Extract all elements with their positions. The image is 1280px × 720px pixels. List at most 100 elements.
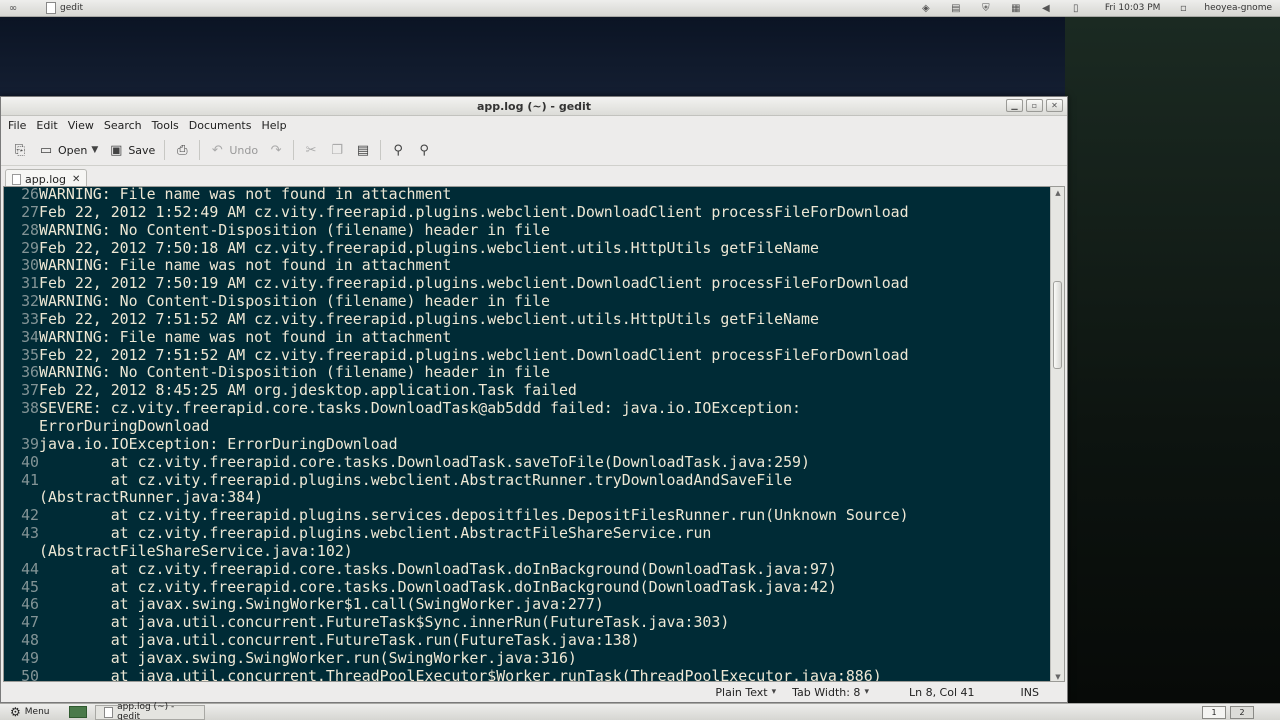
copy-button[interactable]: ❐ (324, 138, 350, 162)
save-button[interactable]: ▣ Save (103, 138, 160, 162)
volume-icon[interactable]: ◀ (1039, 3, 1053, 14)
menu-documents[interactable]: Documents (184, 119, 257, 132)
tab-width-selector[interactable]: Tab Width: 8 ▾ (784, 686, 877, 699)
editor-line[interactable]: 48 at java.util.concurrent.FutureTask.ru… (4, 631, 1050, 650)
menu-edit[interactable]: Edit (31, 119, 62, 132)
editor-line[interactable]: 33 Feb 22, 2012 7:51:52 AM cz.vity.freera… (4, 310, 1050, 329)
line-text[interactable]: at cz.vity.freerapid.plugins.webclient.A… (39, 471, 792, 490)
editor-line[interactable]: 43 at cz.vity.freerapid.plugins.webclien… (4, 524, 1050, 543)
line-text[interactable]: at javax.swing.SwingWorker$1.call(SwingW… (39, 596, 604, 614)
line-text[interactable]: Feb 22, 2012 7:51:52 AM cz.vity.freerapi… (39, 346, 909, 365)
line-text[interactable]: at cz.vity.freerapid.core.tasks.Download… (39, 578, 837, 597)
line-text[interactable]: SEVERE: cz.vity.freerapid.core.tasks.Dow… (39, 399, 801, 418)
editor-line[interactable]: 46 at javax.swing.SwingWorker$1.call(Swi… (4, 596, 1050, 614)
vertical-scrollbar[interactable]: ▲ ▼ (1050, 187, 1064, 681)
menu-file[interactable]: File (3, 119, 31, 132)
line-text[interactable]: Feb 22, 2012 7:50:18 AM cz.vity.freerapi… (39, 239, 819, 258)
line-text[interactable]: at cz.vity.freerapid.core.tasks.Download… (39, 453, 810, 472)
editor-line[interactable]: (AbstractRunner.java:384) (4, 488, 1050, 507)
line-text[interactable]: WARNING: File name was not found in atta… (39, 328, 451, 347)
user-name[interactable]: heoyea-gnome (1204, 3, 1272, 13)
editor-line[interactable]: 34 WARNING: File name was not found in at… (4, 328, 1050, 347)
editor-line[interactable]: 37 Feb 22, 2012 8:45:25 AM org.jdesktop.a… (4, 381, 1050, 400)
undo-button[interactable]: ↶ Undo (204, 138, 263, 162)
line-text[interactable]: Feb 22, 2012 7:51:52 AM cz.vity.freerapi… (39, 310, 819, 329)
text-editor[interactable]: 26 WARNING: File name was not found in at… (4, 187, 1050, 681)
battery-icon[interactable]: ▯ (1069, 3, 1083, 14)
network-icon[interactable]: ◈ (919, 3, 933, 14)
replace-button[interactable]: ⚲ (411, 138, 437, 162)
close-button[interactable]: ✕ (1046, 99, 1063, 112)
line-text[interactable]: (AbstractRunner.java:384) (39, 488, 263, 507)
editor-line[interactable]: 26 WARNING: File name was not found in at… (4, 187, 1050, 204)
line-text[interactable]: at java.util.concurrent.FutureTask$Sync.… (39, 613, 730, 632)
redo-button[interactable]: ↷ (263, 138, 289, 162)
line-text[interactable]: WARNING: File name was not found in atta… (39, 187, 451, 204)
workspace-2[interactable]: 2 (1230, 705, 1254, 719)
main-menu-button[interactable]: ⚙ Menu (0, 705, 55, 719)
editor-line[interactable]: 44 at cz.vity.freerapid.core.tasks.Downl… (4, 560, 1050, 579)
paste-button[interactable]: ▤ (350, 138, 376, 162)
editor-line[interactable]: 30 WARNING: File name was not found in at… (4, 257, 1050, 275)
line-text[interactable]: Feb 22, 2012 1:52:49 AM cz.vity.freerapi… (39, 203, 909, 222)
editor-line[interactable]: 38 SEVERE: cz.vity.freerapid.core.tasks.D… (4, 399, 1050, 418)
line-text[interactable]: WARNING: No Content-Disposition (filenam… (39, 292, 550, 311)
line-text[interactable]: Feb 22, 2012 8:45:25 AM org.jdesktop.app… (39, 381, 577, 400)
window-list-icon[interactable]: ▦ (1009, 3, 1023, 14)
line-text[interactable]: (AbstractFileShareService.java:102) (39, 542, 353, 561)
shield-icon[interactable]: ⛨ (979, 3, 993, 14)
line-text[interactable]: at cz.vity.freerapid.plugins.services.de… (39, 506, 909, 525)
link-icon[interactable]: ∞ (6, 3, 20, 14)
menu-view[interactable]: View (63, 119, 99, 132)
cut-button[interactable]: ✂ (298, 138, 324, 162)
workspace-1[interactable]: 1 (1202, 705, 1226, 719)
line-text[interactable]: Feb 22, 2012 7:50:19 AM cz.vity.freerapi… (39, 274, 909, 293)
print-button[interactable]: ⎙ (169, 138, 195, 162)
line-text[interactable]: WARNING: No Content-Disposition (filenam… (39, 364, 550, 382)
top-panel-task[interactable]: gedit (40, 0, 89, 17)
menu-search[interactable]: Search (99, 119, 147, 132)
editor-line[interactable]: 50 at java.util.concurrent.ThreadPoolExe… (4, 667, 1050, 681)
clock[interactable]: Fri 10:03 PM (1105, 3, 1161, 13)
minimize-button[interactable]: ▁ (1006, 99, 1023, 112)
line-text[interactable]: at javax.swing.SwingWorker.run(SwingWork… (39, 649, 577, 668)
editor-line[interactable]: 47 at java.util.concurrent.FutureTask$Sy… (4, 613, 1050, 632)
find-button[interactable]: ⚲ (385, 138, 411, 162)
language-selector[interactable]: Plain Text ▾ (707, 686, 784, 699)
editor-line[interactable]: 42 at cz.vity.freerapid.plugins.services… (4, 506, 1050, 525)
close-tab-icon[interactable]: ✕ (72, 174, 80, 185)
editor-line[interactable]: 45 at cz.vity.freerapid.core.tasks.Downl… (4, 578, 1050, 597)
open-button[interactable]: ▭ Open ▼ (33, 138, 103, 162)
scrollbar-thumb[interactable] (1053, 281, 1062, 369)
editor-line[interactable]: 27 Feb 22, 2012 1:52:49 AM cz.vity.freera… (4, 203, 1050, 222)
editor-line[interactable]: 31 Feb 22, 2012 7:50:19 AM cz.vity.freera… (4, 274, 1050, 293)
new-button[interactable]: ⎘ (7, 138, 33, 162)
line-text[interactable]: at java.util.concurrent.FutureTask.run(F… (39, 631, 640, 650)
editor-line[interactable]: 36 WARNING: No Content-Disposition (filen… (4, 364, 1050, 382)
editor-line[interactable]: 49 at javax.swing.SwingWorker.run(SwingW… (4, 649, 1050, 668)
scroll-down-icon[interactable]: ▼ (1051, 671, 1064, 681)
editor-line[interactable]: 41 at cz.vity.freerapid.plugins.webclien… (4, 471, 1050, 490)
folder-icon[interactable]: ▤ (949, 3, 963, 14)
editor-line[interactable]: ErrorDuringDownload (4, 417, 1050, 436)
scroll-up-icon[interactable]: ▲ (1051, 187, 1064, 199)
editor-line[interactable]: 32 WARNING: No Content-Disposition (filen… (4, 292, 1050, 311)
show-desktop-icon[interactable] (69, 706, 88, 718)
chevron-down-icon[interactable]: ▼ (91, 145, 98, 155)
line-text[interactable]: ErrorDuringDownload (39, 417, 209, 436)
line-text[interactable]: WARNING: No Content-Disposition (filenam… (39, 221, 550, 240)
line-text[interactable]: WARNING: File name was not found in atta… (39, 257, 451, 275)
line-text[interactable]: at cz.vity.freerapid.plugins.webclient.A… (39, 524, 712, 543)
line-text[interactable]: java.io.IOException: ErrorDuringDownload (39, 435, 398, 454)
taskbar-item-gedit[interactable]: app.log (~) - gedit (95, 702, 206, 720)
editor-line[interactable]: 29 Feb 22, 2012 7:50:18 AM cz.vity.freera… (4, 239, 1050, 258)
maximize-button[interactable]: ▫ (1026, 99, 1043, 112)
line-text[interactable]: at java.util.concurrent.ThreadPoolExecut… (39, 667, 882, 681)
titlebar[interactable]: app.log (~) - gedit ▁ ▫ ✕ (1, 97, 1067, 116)
editor-line[interactable]: 35 Feb 22, 2012 7:51:52 AM cz.vity.freera… (4, 346, 1050, 365)
menu-tools[interactable]: Tools (147, 119, 184, 132)
editor-line[interactable]: 39 java.io.IOException: ErrorDuringDownlo… (4, 435, 1050, 454)
menu-help[interactable]: Help (256, 119, 291, 132)
editor-line[interactable]: 28 WARNING: No Content-Disposition (filen… (4, 221, 1050, 240)
editor-line[interactable]: 40 at cz.vity.freerapid.core.tasks.Downl… (4, 453, 1050, 472)
